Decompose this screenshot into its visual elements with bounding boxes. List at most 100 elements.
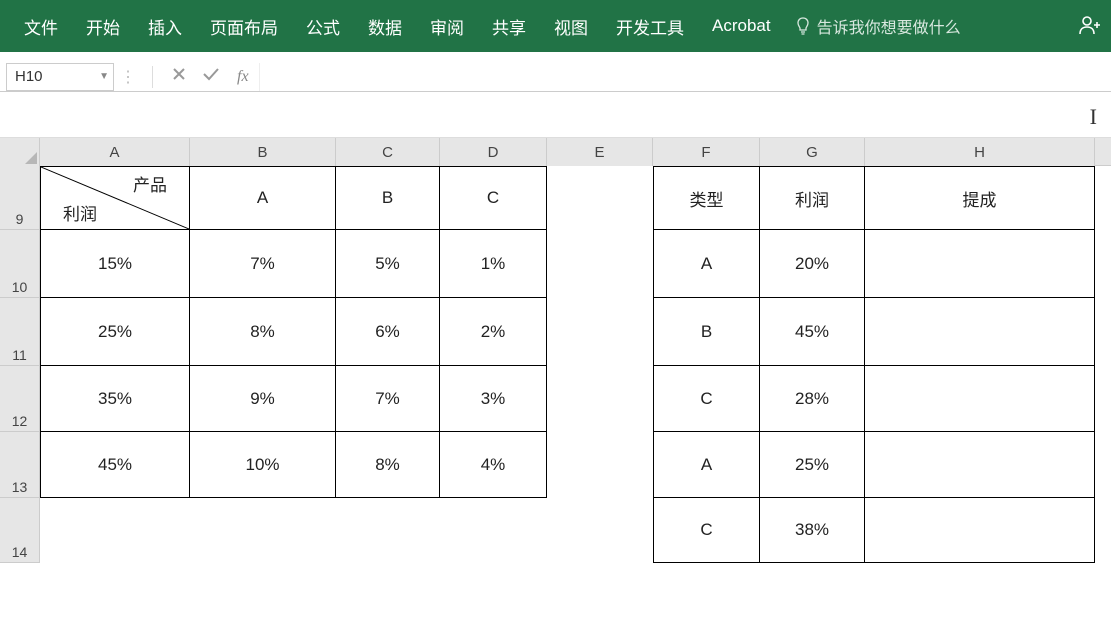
cell-G10[interactable]: 20% xyxy=(760,230,865,298)
row-header-14[interactable]: 14 xyxy=(0,498,40,563)
cell-A12[interactable]: 35% xyxy=(40,366,190,432)
cell-H13[interactable] xyxy=(865,432,1095,498)
cell-D13[interactable]: 4% xyxy=(440,432,547,498)
tab-file[interactable]: 文件 xyxy=(10,0,72,52)
row-14: 14 C 38% xyxy=(0,498,1111,563)
cell-C13[interactable]: 8% xyxy=(336,432,440,498)
cell-A10[interactable]: 15% xyxy=(40,230,190,298)
cell-F11[interactable]: B xyxy=(653,298,760,366)
tab-developer[interactable]: 开发工具 xyxy=(602,0,698,52)
cell-G13[interactable]: 25% xyxy=(760,432,865,498)
cell-D11[interactable]: 2% xyxy=(440,298,547,366)
cell-B13[interactable]: 10% xyxy=(190,432,336,498)
cell-E12[interactable] xyxy=(547,366,653,432)
cell-D10[interactable]: 1% xyxy=(440,230,547,298)
cell-F9[interactable]: 类型 xyxy=(653,166,760,230)
column-headers: A B C D E F G H xyxy=(0,138,1111,166)
name-box[interactable]: H10 ▼ xyxy=(6,63,114,91)
row-12: 12 35% 9% 7% 3% C 28% xyxy=(0,366,1111,432)
cell-E13[interactable] xyxy=(547,432,653,498)
cell-G9[interactable]: 利润 xyxy=(760,166,865,230)
row-header-9[interactable]: 9 xyxy=(0,166,40,230)
cell-H11[interactable] xyxy=(865,298,1095,366)
tab-data[interactable]: 数据 xyxy=(354,0,416,52)
cell-D12[interactable]: 3% xyxy=(440,366,547,432)
cell-F12[interactable]: C xyxy=(653,366,760,432)
cell-F13[interactable]: A xyxy=(653,432,760,498)
tab-view[interactable]: 视图 xyxy=(540,0,602,52)
tab-insert[interactable]: 插入 xyxy=(134,0,196,52)
tab-home[interactable]: 开始 xyxy=(72,0,134,52)
cell-E11[interactable] xyxy=(547,298,653,366)
cell-A9[interactable]: 产品 利润 xyxy=(40,166,190,230)
share-button[interactable] xyxy=(1077,14,1101,39)
formula-expand-area xyxy=(0,92,1111,138)
cell-C9[interactable]: B xyxy=(336,166,440,230)
cell-D9[interactable]: C xyxy=(440,166,547,230)
cell-D14[interactable] xyxy=(440,498,547,563)
text-cursor-icon: I xyxy=(1090,104,1097,130)
cell-H10[interactable] xyxy=(865,230,1095,298)
formula-input[interactable] xyxy=(259,63,1111,91)
cell-B10[interactable]: 7% xyxy=(190,230,336,298)
cell-F14[interactable]: C xyxy=(653,498,760,563)
row-header-12[interactable]: 12 xyxy=(0,366,40,432)
col-header-E[interactable]: E xyxy=(547,138,653,166)
col-header-H[interactable]: H xyxy=(865,138,1095,166)
col-header-B[interactable]: B xyxy=(190,138,336,166)
cancel-button[interactable] xyxy=(163,66,195,87)
row-9: 9 产品 利润 A B C 类型 利润 提成 xyxy=(0,166,1111,230)
diag-top-label: 产品 xyxy=(133,171,167,196)
diag-bot-label: 利润 xyxy=(63,200,97,225)
col-header-G[interactable]: G xyxy=(760,138,865,166)
col-header-D[interactable]: D xyxy=(440,138,547,166)
fx-button[interactable]: fx xyxy=(227,68,259,86)
more-icon: ⋮ xyxy=(114,67,142,87)
cell-B12[interactable]: 9% xyxy=(190,366,336,432)
cell-F10[interactable]: A xyxy=(653,230,760,298)
cell-B9[interactable]: A xyxy=(190,166,336,230)
tellme-search[interactable]: 告诉我你想要做什么 xyxy=(785,14,971,38)
dropdown-icon: ▼ xyxy=(99,71,109,82)
col-header-A[interactable]: A xyxy=(40,138,190,166)
cell-H12[interactable] xyxy=(865,366,1095,432)
cell-C12[interactable]: 7% xyxy=(336,366,440,432)
cell-A11[interactable]: 25% xyxy=(40,298,190,366)
row-header-13[interactable]: 13 xyxy=(0,432,40,498)
cell-G12[interactable]: 28% xyxy=(760,366,865,432)
cell-H9[interactable]: 提成 xyxy=(865,166,1095,230)
cell-H14[interactable] xyxy=(865,498,1095,563)
select-all-corner[interactable] xyxy=(0,138,40,166)
lightbulb-icon xyxy=(795,17,811,35)
tab-page-layout[interactable]: 页面布局 xyxy=(196,0,292,52)
cell-C10[interactable]: 5% xyxy=(336,230,440,298)
tab-acrobat[interactable]: Acrobat xyxy=(698,0,785,52)
row-10: 10 15% 7% 5% 1% A 20% xyxy=(0,230,1111,298)
sheet-rows: 9 产品 利润 A B C 类型 利润 提成 10 15% 7% 5% 1% A… xyxy=(0,166,1111,563)
col-header-F[interactable]: F xyxy=(653,138,760,166)
check-icon xyxy=(202,66,220,82)
name-box-value: H10 xyxy=(15,68,43,85)
row-header-10[interactable]: 10 xyxy=(0,230,40,298)
cell-E9[interactable] xyxy=(547,166,653,230)
cell-G14[interactable]: 38% xyxy=(760,498,865,563)
tab-share[interactable]: 共享 xyxy=(478,0,540,52)
confirm-button[interactable] xyxy=(195,66,227,87)
col-header-C[interactable]: C xyxy=(336,138,440,166)
cell-B14[interactable] xyxy=(190,498,336,563)
cell-G11[interactable]: 45% xyxy=(760,298,865,366)
divider xyxy=(152,66,153,88)
row-header-11[interactable]: 11 xyxy=(0,298,40,366)
tab-review[interactable]: 审阅 xyxy=(416,0,478,52)
tab-formulas[interactable]: 公式 xyxy=(292,0,354,52)
cell-A14[interactable] xyxy=(40,498,190,563)
row-13: 13 45% 10% 8% 4% A 25% xyxy=(0,432,1111,498)
ribbon: 文件 开始 插入 页面布局 公式 数据 审阅 共享 视图 开发工具 Acroba… xyxy=(0,0,1111,52)
cell-C11[interactable]: 6% xyxy=(336,298,440,366)
sheet-area: A B C D E F G H 9 产品 利润 A B C 类型 利润 提成 1… xyxy=(0,138,1111,563)
cell-E10[interactable] xyxy=(547,230,653,298)
cell-B11[interactable]: 8% xyxy=(190,298,336,366)
cell-C14[interactable] xyxy=(336,498,440,563)
cell-A13[interactable]: 45% xyxy=(40,432,190,498)
cell-E14[interactable] xyxy=(547,498,653,563)
